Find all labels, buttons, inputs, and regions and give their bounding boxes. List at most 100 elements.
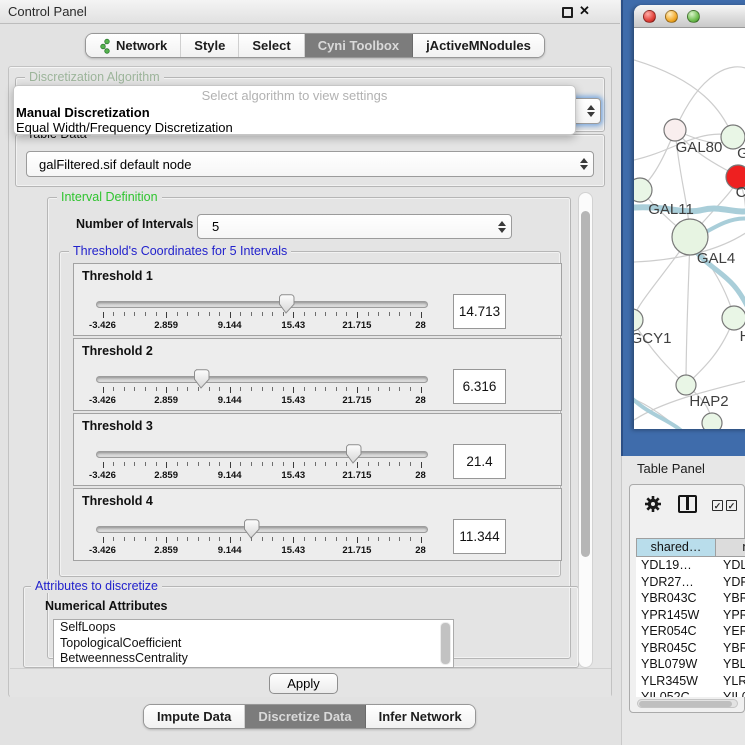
slider-thumb[interactable] [345, 444, 362, 464]
thresholds-group-title: Threshold's Coordinates for 5 Intervals [69, 244, 291, 258]
tick-mark [283, 537, 284, 541]
cyni-bottom-tab-bar: Impute Data Discretize Data Infer Networ… [143, 704, 476, 729]
numerical-attributes-list[interactable]: SelfLoopsTopologicalCoefficientBetweenne… [53, 619, 454, 668]
attribute-list-item[interactable]: TopologicalCoefficient [54, 636, 453, 652]
table-row[interactable]: YDL19…YDL19 [636, 557, 745, 574]
tab-jactivemnodules[interactable]: jActiveMNodules [413, 34, 544, 57]
slider-track[interactable] [96, 526, 428, 533]
table-data-combobox[interactable]: galFiltered.sif default node [26, 151, 594, 177]
slider-track[interactable] [96, 376, 428, 383]
tick-mark [198, 387, 199, 391]
slider-thumb[interactable] [193, 369, 210, 389]
zoom-traffic-light-icon[interactable] [687, 10, 700, 23]
close-icon[interactable]: ✕ [579, 3, 590, 19]
tick-mark [315, 312, 316, 316]
slider-track[interactable] [96, 451, 428, 458]
tick-mark [272, 387, 273, 391]
number-of-intervals-combobox[interactable]: 5 [197, 214, 512, 239]
network-node-label: HAP2 [689, 393, 728, 410]
table-row[interactable]: YER054CYER05 [636, 623, 745, 640]
checkbox-icon[interactable]: ✓ [712, 500, 723, 511]
threshold-value-field[interactable]: 11.344 [453, 519, 506, 554]
dropdown-option-equal-width-frequency[interactable]: Equal Width/Frequency Discretization [14, 120, 575, 135]
tab-infer-network[interactable]: Infer Network [366, 705, 475, 728]
threshold-row: Threshold 2 -3.4262.8599.14415.4321.7152… [73, 338, 562, 411]
tick-mark [124, 462, 125, 466]
attribute-list-item[interactable]: SelfLoops [54, 620, 453, 636]
network-node[interactable] [702, 413, 722, 429]
cell-name: YDL19 [716, 557, 745, 574]
network-node-label: GCY1 [634, 330, 671, 347]
table-row[interactable]: YLR345WYLR34 [636, 673, 745, 690]
attribute-list-item[interactable]: BetweennessCentrality [54, 651, 453, 667]
cyni-toolbox-panel: Discretization Algorithm Table Data galF… [8, 66, 612, 697]
column-header-shared-name[interactable]: shared… [636, 538, 716, 557]
float-window-icon[interactable] [562, 7, 573, 18]
table-row[interactable]: YBR045CYBR04 [636, 640, 745, 657]
cell-name: YBR04 [716, 640, 745, 657]
table-row[interactable]: YDR27…YDR27 [636, 574, 745, 591]
minimize-traffic-light-icon[interactable] [665, 10, 678, 23]
tab-discretize-data[interactable]: Discretize Data [245, 705, 365, 728]
tab-network[interactable]: Network [86, 34, 181, 57]
gear-icon[interactable] [644, 495, 662, 513]
table-row[interactable]: YBL079WYBL07 [636, 656, 745, 673]
threshold-value-field[interactable]: 21.4 [453, 444, 506, 479]
tick-mark [113, 462, 114, 466]
tick-mark [230, 312, 231, 318]
apply-button[interactable]: Apply [269, 673, 338, 694]
number-of-intervals-label: Number of Intervals [76, 217, 193, 231]
node-table[interactable]: shared… name YDL19…YDL19YDR27…YDR27YBR04… [636, 538, 745, 697]
network-node-label: H [740, 328, 745, 345]
tick-mark [283, 387, 284, 391]
settings-scrollbar-thumb[interactable] [581, 211, 590, 557]
table-scrollbar-thumb[interactable] [639, 701, 732, 707]
network-nodes[interactable]: GAL80GACGAL11GAL4GCY1HHAP2 [634, 119, 745, 429]
table-row[interactable]: YPR145WYPR14 [636, 607, 745, 624]
network-node[interactable] [634, 178, 652, 202]
network-node[interactable] [676, 375, 696, 395]
threshold-value-field[interactable]: 6.316 [453, 369, 506, 404]
network-node[interactable] [664, 119, 686, 141]
list-scrollbar-thumb[interactable] [441, 623, 450, 664]
tick-mark [304, 387, 305, 391]
tick-mark [272, 312, 273, 316]
tick-mark [230, 537, 231, 543]
network-canvas[interactable]: GAL80GACGAL11GAL4GCY1HHAP2 [634, 28, 745, 429]
threshold-slider[interactable]: -3.4262.8599.14415.4321.71528 [96, 521, 428, 561]
network-window-titlebar[interactable] [634, 5, 745, 28]
network-node[interactable] [722, 306, 745, 330]
close-traffic-light-icon[interactable] [643, 10, 656, 23]
threshold-slider[interactable]: -3.4262.8599.14415.4321.71528 [96, 371, 428, 411]
threshold-slider[interactable]: -3.4262.8599.14415.4321.71528 [96, 296, 428, 336]
tick-mark [156, 387, 157, 391]
checkbox-icon[interactable]: ✓ [726, 500, 737, 511]
tick-mark [156, 312, 157, 316]
dropdown-option-manual-discretization[interactable]: Manual Discretization [14, 105, 575, 120]
tick-mark [399, 537, 400, 541]
slider-thumb[interactable] [278, 294, 295, 314]
table-row[interactable]: YIL052CYIL05 [636, 689, 745, 697]
settings-vertical-scrollbar[interactable] [578, 192, 593, 668]
column-header-name[interactable]: name [716, 538, 745, 557]
table-row[interactable]: YBR043CYBR04 [636, 590, 745, 607]
tab-style[interactable]: Style [181, 34, 239, 57]
slider-track[interactable] [96, 301, 428, 308]
tab-impute-data[interactable]: Impute Data [144, 705, 245, 728]
tick-mark [103, 387, 104, 393]
split-columns-icon[interactable] [678, 495, 697, 513]
tick-mark [145, 312, 146, 316]
network-graph[interactable]: GAL80GACGAL11GAL4GCY1HHAP2 [634, 28, 745, 429]
slider-thumb[interactable] [243, 519, 260, 539]
threshold-value-field[interactable]: 14.713 [453, 294, 506, 329]
tick-mark [240, 462, 241, 466]
table-horizontal-scrollbar[interactable] [637, 699, 738, 708]
threshold-slider[interactable]: -3.4262.8599.14415.4321.71528 [96, 446, 428, 486]
list-scrollbar[interactable] [440, 622, 451, 665]
tab-cyni-toolbox[interactable]: Cyni Toolbox [305, 34, 413, 57]
tab-select[interactable]: Select [239, 34, 304, 57]
tick-mark [177, 387, 178, 391]
tick-mark [304, 312, 305, 316]
tick-mark [262, 312, 263, 316]
network-node[interactable] [634, 309, 643, 331]
